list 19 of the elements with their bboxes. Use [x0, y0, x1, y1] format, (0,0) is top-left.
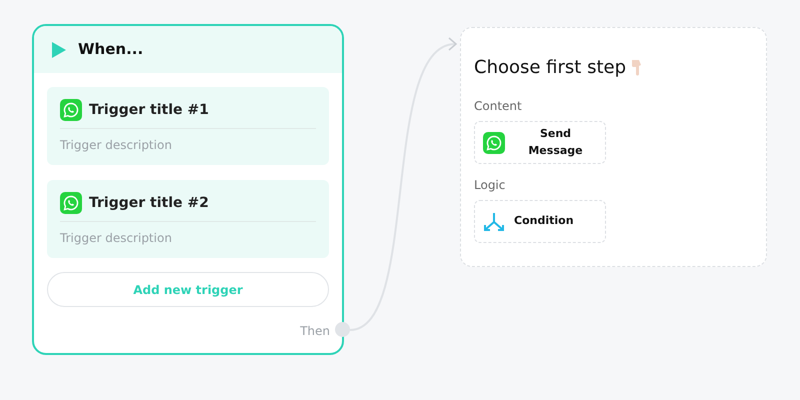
section-label: Content: [474, 98, 523, 115]
trigger-description: Trigger description: [60, 230, 173, 247]
trigger-card[interactable]: Trigger title #1 Trigger description: [47, 87, 329, 165]
trigger-description: Trigger description: [60, 137, 173, 154]
step-option-button[interactable]: Send Message: [474, 121, 606, 164]
trigger-title: Trigger title #1: [89, 100, 209, 120]
output-label: Then: [300, 323, 330, 340]
play-icon: [52, 42, 66, 58]
node-title: When...: [78, 39, 144, 60]
branch-icon: [483, 212, 505, 232]
chat-app-icon: [483, 132, 505, 154]
output-handle[interactable]: [335, 322, 350, 337]
chat-app-icon: [60, 99, 82, 121]
card-title: Choose first step: [474, 56, 626, 80]
section-label: Logic: [474, 177, 506, 194]
trigger-card[interactable]: Trigger title #2 Trigger description: [47, 180, 329, 258]
step-option-button[interactable]: Condition: [474, 200, 606, 243]
chat-app-icon: [60, 192, 82, 214]
trigger-title: Trigger title #2: [89, 194, 209, 212]
